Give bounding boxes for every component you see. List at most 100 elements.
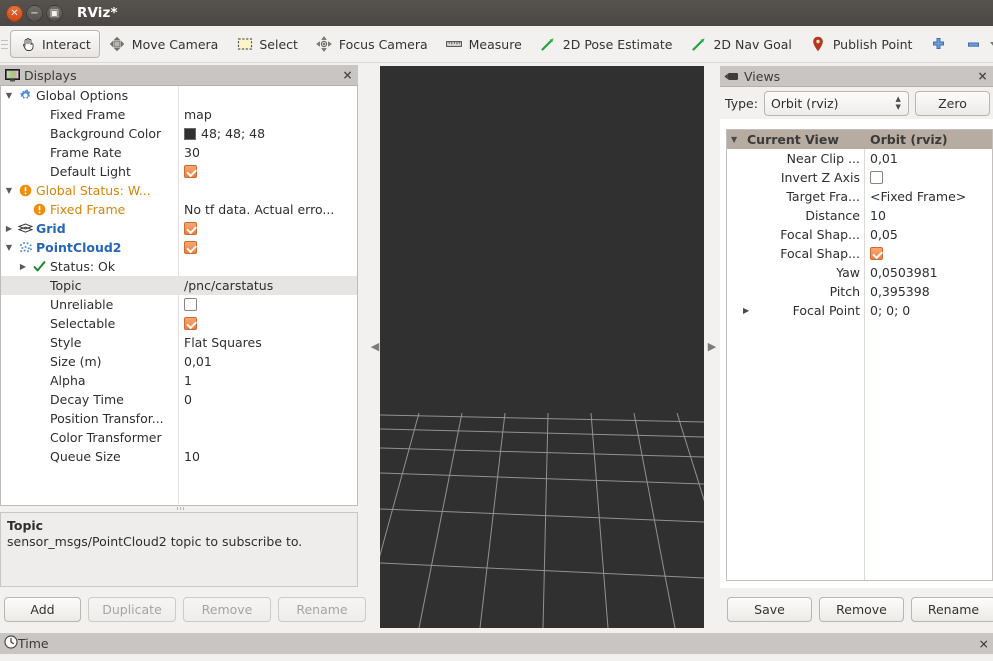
toolbar-remove-tool-button[interactable] bbox=[956, 30, 993, 58]
display-row-checkbox[interactable] bbox=[184, 165, 197, 178]
views-row-value-cell[interactable]: 0,05 bbox=[865, 225, 992, 244]
view-type-select[interactable]: Orbit (rviz) ▲ ▼ bbox=[763, 90, 909, 116]
display-row-frame-rate[interactable]: Frame Rate 30 bbox=[1, 143, 357, 162]
display-row-style[interactable]: Style Flat Squares bbox=[1, 333, 357, 352]
display-row-global-options[interactable]: ▼ Global Options bbox=[1, 86, 357, 105]
views-tree[interactable]: ▼ Current View Orbit (rviz) Near Clip ... 0,… bbox=[726, 129, 993, 581]
views-row-yaw[interactable]: Yaw 0,0503981 bbox=[727, 263, 992, 282]
views-row-value-cell[interactable] bbox=[865, 168, 992, 187]
display-row-value-cell[interactable] bbox=[179, 428, 357, 447]
display-row-unreliable[interactable]: Unreliable bbox=[1, 295, 357, 314]
twisty-collapsed-icon[interactable]: ▶ bbox=[15, 262, 31, 271]
display-row-value-cell[interactable] bbox=[179, 314, 357, 333]
display-row-value-cell[interactable]: 48; 48; 48 bbox=[179, 124, 357, 143]
display-row-value-cell[interactable] bbox=[179, 238, 357, 257]
toolbar-drag-handle[interactable] bbox=[1, 33, 8, 55]
display-row-default-light[interactable]: Default Light bbox=[1, 162, 357, 181]
display-row-value-cell[interactable] bbox=[179, 257, 357, 276]
tool-2d-nav-goal[interactable]: 2D Nav Goal bbox=[681, 30, 800, 58]
tool-interact[interactable]: Interact bbox=[10, 30, 100, 58]
views-row-pitch[interactable]: Pitch 0,395398 bbox=[727, 282, 992, 301]
display-row-value-cell[interactable]: 10 bbox=[179, 447, 357, 466]
views-row-value-cell[interactable] bbox=[865, 244, 992, 263]
remove-view-button[interactable]: Remove bbox=[819, 597, 904, 622]
display-row-status-ok[interactable]: ▶ Status: Ok bbox=[1, 257, 357, 276]
window-close-button[interactable]: ✕ bbox=[6, 4, 23, 22]
twisty-expanded-icon[interactable]: ▼ bbox=[1, 186, 17, 195]
3d-render-viewport[interactable] bbox=[380, 66, 704, 628]
display-row-value-cell[interactable] bbox=[179, 409, 357, 428]
views-row-focal-point[interactable]: ▶ Focal Point 0; 0; 0 bbox=[727, 301, 992, 320]
views-row-value-cell[interactable]: 0,0503981 bbox=[865, 263, 992, 282]
display-row-position-transfor[interactable]: Position Transfor... bbox=[1, 409, 357, 428]
displays-panel-close-icon[interactable]: × bbox=[341, 68, 354, 82]
rename-view-button[interactable]: Rename bbox=[911, 597, 993, 622]
views-row-value-cell[interactable]: 0,395398 bbox=[865, 282, 992, 301]
viewport-left-collapse-arrow[interactable]: ◀ bbox=[370, 339, 380, 353]
display-row-decay-time[interactable]: Decay Time 0 bbox=[1, 390, 357, 409]
views-row-value-cell[interactable]: 0,01 bbox=[865, 149, 992, 168]
display-row-value-cell[interactable] bbox=[179, 219, 357, 238]
save-view-button[interactable]: Save bbox=[727, 597, 812, 622]
views-row-value-cell[interactable]: 10 bbox=[865, 206, 992, 225]
displays-tree[interactable]: ▼ Global Options Fixed Frame map Background … bbox=[1, 86, 357, 504]
tool-focus-camera[interactable]: Focus Camera bbox=[307, 30, 437, 58]
display-row-queue-size[interactable]: Queue Size 10 bbox=[1, 447, 357, 466]
display-row-value-cell[interactable] bbox=[179, 181, 357, 200]
display-row-value-cell[interactable]: 30 bbox=[179, 143, 357, 162]
views-current-view-header[interactable]: ▼ Current View Orbit (rviz) bbox=[727, 130, 992, 149]
display-row-value-cell[interactable]: 0 bbox=[179, 390, 357, 409]
display-row-value-cell[interactable] bbox=[179, 295, 357, 314]
display-row-value-cell[interactable]: No tf data. Actual erro... bbox=[179, 200, 357, 219]
tool-move-camera[interactable]: Move Camera bbox=[100, 30, 228, 58]
views-row-focal-shap[interactable]: Focal Shap... bbox=[727, 244, 992, 263]
display-row-topic[interactable]: Topic/pnc/carstatus bbox=[1, 276, 357, 295]
display-row-checkbox[interactable] bbox=[184, 317, 197, 330]
window-maximize-button[interactable]: ▣ bbox=[46, 4, 63, 22]
tool-2d-pose-estimate[interactable]: 2D Pose Estimate bbox=[531, 30, 682, 58]
toolbar-add-tool-button[interactable] bbox=[921, 30, 956, 58]
display-row-fixed-frame[interactable]: Fixed Frame No tf data. Actual erro... bbox=[1, 200, 357, 219]
views-row-checkbox[interactable] bbox=[870, 171, 883, 184]
display-row-value-cell[interactable]: /pnc/carstatus bbox=[179, 276, 357, 295]
viewport-right-collapse-arrow[interactable]: ▶ bbox=[707, 339, 717, 353]
views-row-checkbox[interactable] bbox=[870, 247, 883, 260]
zero-button[interactable]: Zero bbox=[914, 90, 990, 116]
twisty-expanded-icon[interactable]: ▼ bbox=[1, 243, 17, 252]
display-row-size-m[interactable]: Size (m) 0,01 bbox=[1, 352, 357, 371]
display-row-selectable[interactable]: Selectable bbox=[1, 314, 357, 333]
display-row-value-cell[interactable] bbox=[179, 86, 357, 105]
twisty-expanded-icon[interactable]: ▼ bbox=[1, 91, 17, 100]
display-row-global-status-w[interactable]: ▼ Global Status: W... bbox=[1, 181, 357, 200]
display-row-value-cell[interactable]: 0,01 bbox=[179, 352, 357, 371]
display-row-checkbox[interactable] bbox=[184, 298, 197, 311]
add-button[interactable]: Add bbox=[4, 597, 81, 622]
display-row-pointcloud2[interactable]: ▼ PointCloud2 bbox=[1, 238, 357, 257]
tool-select[interactable]: Select bbox=[227, 30, 307, 58]
display-row-alpha[interactable]: Alpha 1 bbox=[1, 371, 357, 390]
tool-measure[interactable]: Measure bbox=[437, 30, 531, 58]
display-row-checkbox[interactable] bbox=[184, 222, 197, 235]
views-panel-close-icon[interactable]: × bbox=[976, 69, 989, 83]
views-row-near-clip[interactable]: Near Clip ... 0,01 bbox=[727, 149, 992, 168]
views-row-value-cell[interactable]: 0; 0; 0 bbox=[865, 301, 992, 320]
display-row-value-cell[interactable]: map bbox=[179, 105, 357, 124]
window-minimize-button[interactable]: − bbox=[26, 4, 43, 22]
display-row-grid[interactable]: ▶ Grid bbox=[1, 219, 357, 238]
display-row-color-transformer[interactable]: Color Transformer bbox=[1, 428, 357, 447]
panel-resize-grip[interactable] bbox=[172, 506, 188, 511]
views-row-invert-z-axis[interactable]: Invert Z Axis bbox=[727, 168, 992, 187]
display-row-value-cell[interactable] bbox=[179, 162, 357, 181]
views-row-target-fra[interactable]: Target Fra... <Fixed Frame> bbox=[727, 187, 992, 206]
views-row-value-cell[interactable]: <Fixed Frame> bbox=[865, 187, 992, 206]
display-row-background-color[interactable]: Background Color 48; 48; 48 bbox=[1, 124, 357, 143]
time-panel-close-icon[interactable]: × bbox=[979, 636, 989, 651]
twisty-collapsed-icon[interactable]: ▶ bbox=[1, 224, 17, 233]
display-row-checkbox[interactable] bbox=[184, 241, 197, 254]
views-row-focal-shap[interactable]: Focal Shap... 0,05 bbox=[727, 225, 992, 244]
display-row-value-cell[interactable]: Flat Squares bbox=[179, 333, 357, 352]
tool-publish-point[interactable]: Publish Point bbox=[801, 30, 922, 58]
chevron-down-icon[interactable] bbox=[988, 36, 993, 53]
display-row-fixed-frame[interactable]: Fixed Frame map bbox=[1, 105, 357, 124]
display-row-value-cell[interactable]: 1 bbox=[179, 371, 357, 390]
